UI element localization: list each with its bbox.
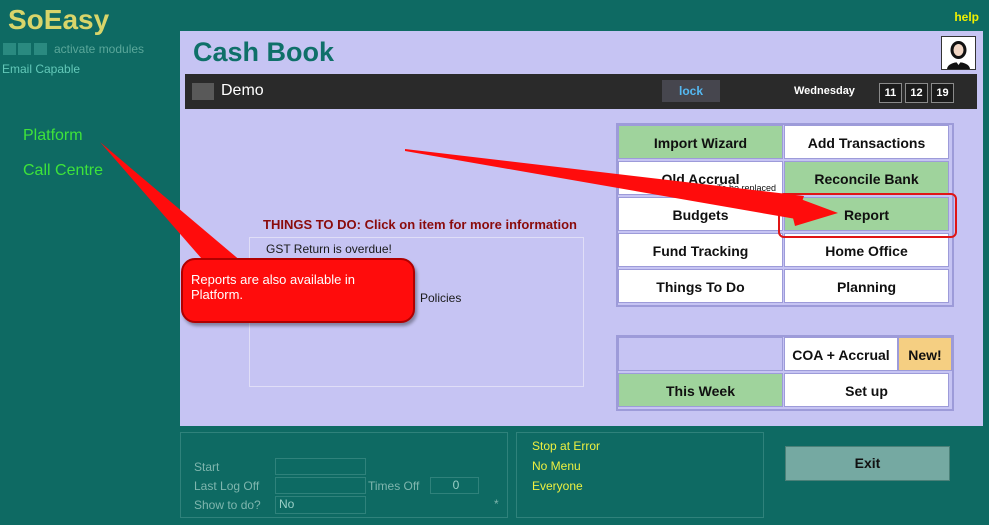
- times-off-label: Times Off: [368, 479, 420, 493]
- show-todo-label: Show to do?: [194, 498, 261, 512]
- exit-button[interactable]: Exit: [785, 446, 950, 481]
- start-label: Start: [194, 460, 220, 474]
- arrow-to-report: [405, 149, 804, 219]
- last-logoff-label: Last Log Off: [194, 479, 260, 493]
- option-stop-at-error[interactable]: Stop at Error: [532, 439, 600, 453]
- show-todo-field[interactable]: No: [275, 496, 366, 514]
- last-logoff-field: [275, 477, 366, 494]
- start-field: [275, 458, 366, 475]
- arrow-head-report: [787, 194, 838, 226]
- session-info: Start Last Log Off Times Off 0 Show to d…: [180, 432, 508, 518]
- option-everyone[interactable]: Everyone: [532, 479, 583, 493]
- asterisk-mark: *: [494, 497, 499, 511]
- options-panel: Stop at Error No Menu Everyone: [516, 432, 764, 518]
- annotation-callout: Reports are also available in Platform.: [181, 258, 415, 323]
- times-off-field: 0: [430, 477, 479, 494]
- option-no-menu[interactable]: No Menu: [532, 459, 581, 473]
